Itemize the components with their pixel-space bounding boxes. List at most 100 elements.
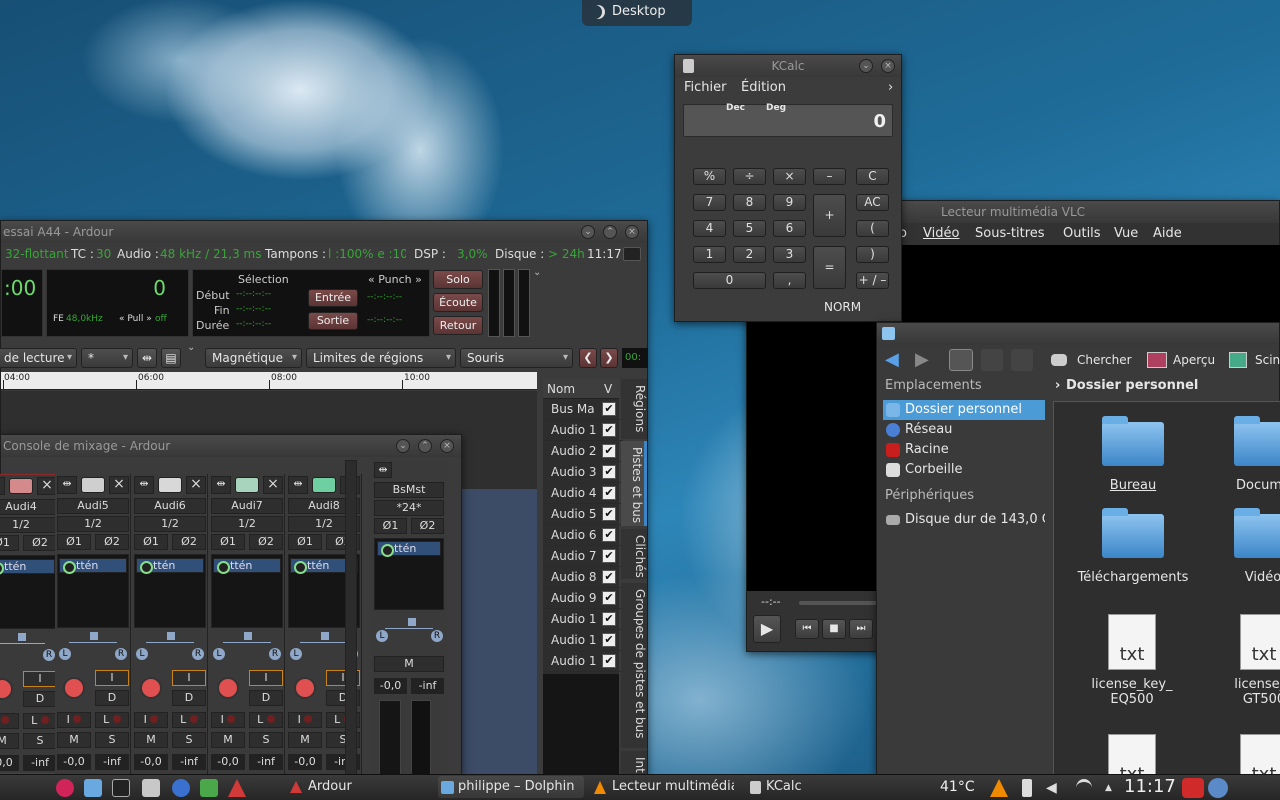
- mixer-scrollbar[interactable]: [345, 460, 357, 775]
- key-minus[interactable]: –: [813, 168, 846, 185]
- track-row[interactable]: Audio 5 ✔: [543, 504, 623, 525]
- tab-regions[interactable]: Régions: [621, 379, 647, 439]
- ardour-launcher-icon[interactable]: [228, 779, 246, 797]
- strip-peak-value[interactable]: -inf: [23, 755, 57, 771]
- columns-view-icon[interactable]: [1011, 349, 1033, 371]
- tray-expand-icon[interactable]: ▲: [1105, 783, 1112, 793]
- key-9[interactable]: 9: [773, 194, 806, 211]
- strip-input-button[interactable]: 1/2: [211, 516, 283, 532]
- file-eq500-icon[interactable]: txt: [1108, 614, 1156, 670]
- logout-icon[interactable]: [1208, 778, 1228, 798]
- key-1[interactable]: 1: [693, 246, 726, 263]
- tab-int[interactable]: Int: [621, 751, 647, 776]
- strip-color-swatch[interactable]: [9, 478, 33, 494]
- key-2[interactable]: 2: [733, 246, 766, 263]
- file-txt-icon[interactable]: txt: [1108, 734, 1156, 775]
- strip-mute-button[interactable]: M: [211, 732, 245, 748]
- track-visible-checkbox[interactable]: ✔: [602, 423, 616, 437]
- folder-documents-icon[interactable]: [1234, 416, 1280, 466]
- master-mute-button[interactable]: M: [374, 656, 444, 672]
- master-width-icon[interactable]: ⇹: [374, 462, 392, 478]
- key-plus[interactable]: +: [813, 194, 846, 237]
- strip-input-monitor-button[interactable]: I: [249, 670, 283, 686]
- track-visible-checkbox[interactable]: ✔: [602, 507, 616, 521]
- minimize-icon[interactable]: ⌄: [581, 225, 595, 239]
- close-icon[interactable]: ×: [625, 225, 639, 239]
- back-arrow-icon[interactable]: ◀: [885, 345, 899, 375]
- strip-input-button[interactable]: 1/2: [134, 516, 206, 532]
- master-plugin[interactable]: ttén: [377, 541, 441, 557]
- vlc-next-icon[interactable]: ⏭: [849, 619, 873, 639]
- strip-name-button[interactable]: Audi5: [57, 498, 129, 514]
- key-0[interactable]: 0: [693, 272, 766, 289]
- timeline-ruler[interactable]: 04:00 06:00 08:00 10:00: [1, 372, 537, 390]
- task-ardour[interactable]: Ardour: [288, 776, 428, 798]
- strip-phase2-button[interactable]: Ø2: [172, 534, 206, 550]
- key-7[interactable]: 7: [693, 194, 726, 211]
- vlc-menu-tools[interactable]: Outils: [1063, 223, 1101, 245]
- strip-solo-button[interactable]: S: [172, 732, 206, 748]
- folder-videos-icon[interactable]: [1234, 508, 1280, 558]
- preview-button[interactable]: Aperçu: [1173, 345, 1215, 375]
- track-row[interactable]: Audio 3 ✔: [543, 462, 623, 483]
- key-equals[interactable]: =: [813, 246, 846, 289]
- track-row[interactable]: Audio 1 ✔: [543, 630, 623, 651]
- zoom-focus-icon[interactable]: ▤: [161, 348, 181, 368]
- strip-mute-button[interactable]: M: [288, 732, 322, 748]
- icons-view-icon[interactable]: [949, 349, 973, 371]
- vlc-menu-view[interactable]: Vue: [1114, 223, 1138, 245]
- strip-disk-monitor-button[interactable]: D: [23, 691, 57, 707]
- close-icon[interactable]: ×: [881, 59, 895, 73]
- strip-pan[interactable]: L R: [211, 632, 283, 660]
- track-visible-checkbox[interactable]: ✔: [602, 570, 616, 584]
- entree-button[interactable]: Entrée: [308, 289, 358, 307]
- master-name-button[interactable]: BsMst: [374, 482, 444, 498]
- master-phase2-button[interactable]: Ø2: [411, 518, 444, 534]
- split-button[interactable]: Scin: [1255, 345, 1280, 375]
- close-icon[interactable]: ×: [440, 439, 454, 453]
- record-button[interactable]: [0, 678, 13, 700]
- track-row[interactable]: Audio 7 ✔: [543, 546, 623, 567]
- track-visible-checkbox[interactable]: ✔: [602, 633, 616, 647]
- strip-input-monitor-button[interactable]: I: [172, 670, 206, 686]
- strip-phase1-button[interactable]: Ø1: [288, 534, 322, 550]
- folder-documents-label[interactable]: Docume: [1204, 478, 1280, 493]
- wifi-icon[interactable]: [1076, 779, 1092, 797]
- strip-input-monitor-button[interactable]: I: [95, 670, 129, 686]
- place-root[interactable]: Racine: [883, 440, 1045, 460]
- mouse-combo[interactable]: Souris: [460, 348, 573, 368]
- maximize-icon[interactable]: ⌃: [603, 225, 617, 239]
- track-visible-checkbox[interactable]: ✔: [602, 444, 616, 458]
- track-row[interactable]: Bus Ma ✔: [543, 399, 623, 420]
- strip-peak-value[interactable]: -inf: [249, 754, 283, 770]
- tab-groups[interactable]: Groupes de pistes et bus: [621, 583, 647, 748]
- track-row[interactable]: Audio 1 ✔: [543, 651, 623, 672]
- strip-input-button[interactable]: 1/2: [0, 517, 57, 533]
- strip-name-button[interactable]: Audi6: [134, 498, 206, 514]
- key-5[interactable]: 5: [733, 220, 766, 237]
- strip-peak-value[interactable]: -inf: [172, 754, 206, 770]
- task-vlc[interactable]: Lecteur multimédia: [592, 776, 734, 798]
- status-settings-icon[interactable]: [623, 247, 641, 261]
- power-icon[interactable]: [1182, 778, 1204, 798]
- strip-l-rec-button[interactable]: L: [172, 712, 206, 728]
- kcalc-menu-file[interactable]: Fichier: [684, 77, 727, 99]
- strip-width-icon[interactable]: ⇹: [0, 477, 5, 495]
- zoom-fit-icon[interactable]: ⇹: [137, 348, 157, 368]
- playback-combo[interactable]: de lecture: [0, 348, 77, 368]
- track-visible-checkbox[interactable]: ✔: [602, 528, 616, 542]
- strip-input-button[interactable]: 1/2: [57, 516, 129, 532]
- file-view[interactable]: Bureau Docume Téléchargements Vidéo txt …: [1053, 401, 1280, 776]
- tab-tracks-bus[interactable]: Pistes et bus: [621, 441, 647, 526]
- strip-solo-button[interactable]: S: [95, 732, 129, 748]
- strip-gain-value[interactable]: -0,0: [0, 755, 19, 771]
- task-kcalc[interactable]: KCalc: [746, 776, 826, 798]
- folder-bureau-label[interactable]: Bureau: [1074, 478, 1192, 493]
- strip-l-rec-button[interactable]: L: [23, 713, 57, 729]
- breadcrumb[interactable]: › Dossier personnel: [1055, 378, 1280, 398]
- key-percent[interactable]: %: [693, 168, 726, 185]
- track-row[interactable]: Audio 1 ✔: [543, 609, 623, 630]
- folder-videos-label[interactable]: Vidéo: [1204, 570, 1280, 585]
- forward-arrow-icon[interactable]: ▶: [915, 345, 929, 375]
- strip-gain-value[interactable]: -0,0: [288, 754, 322, 770]
